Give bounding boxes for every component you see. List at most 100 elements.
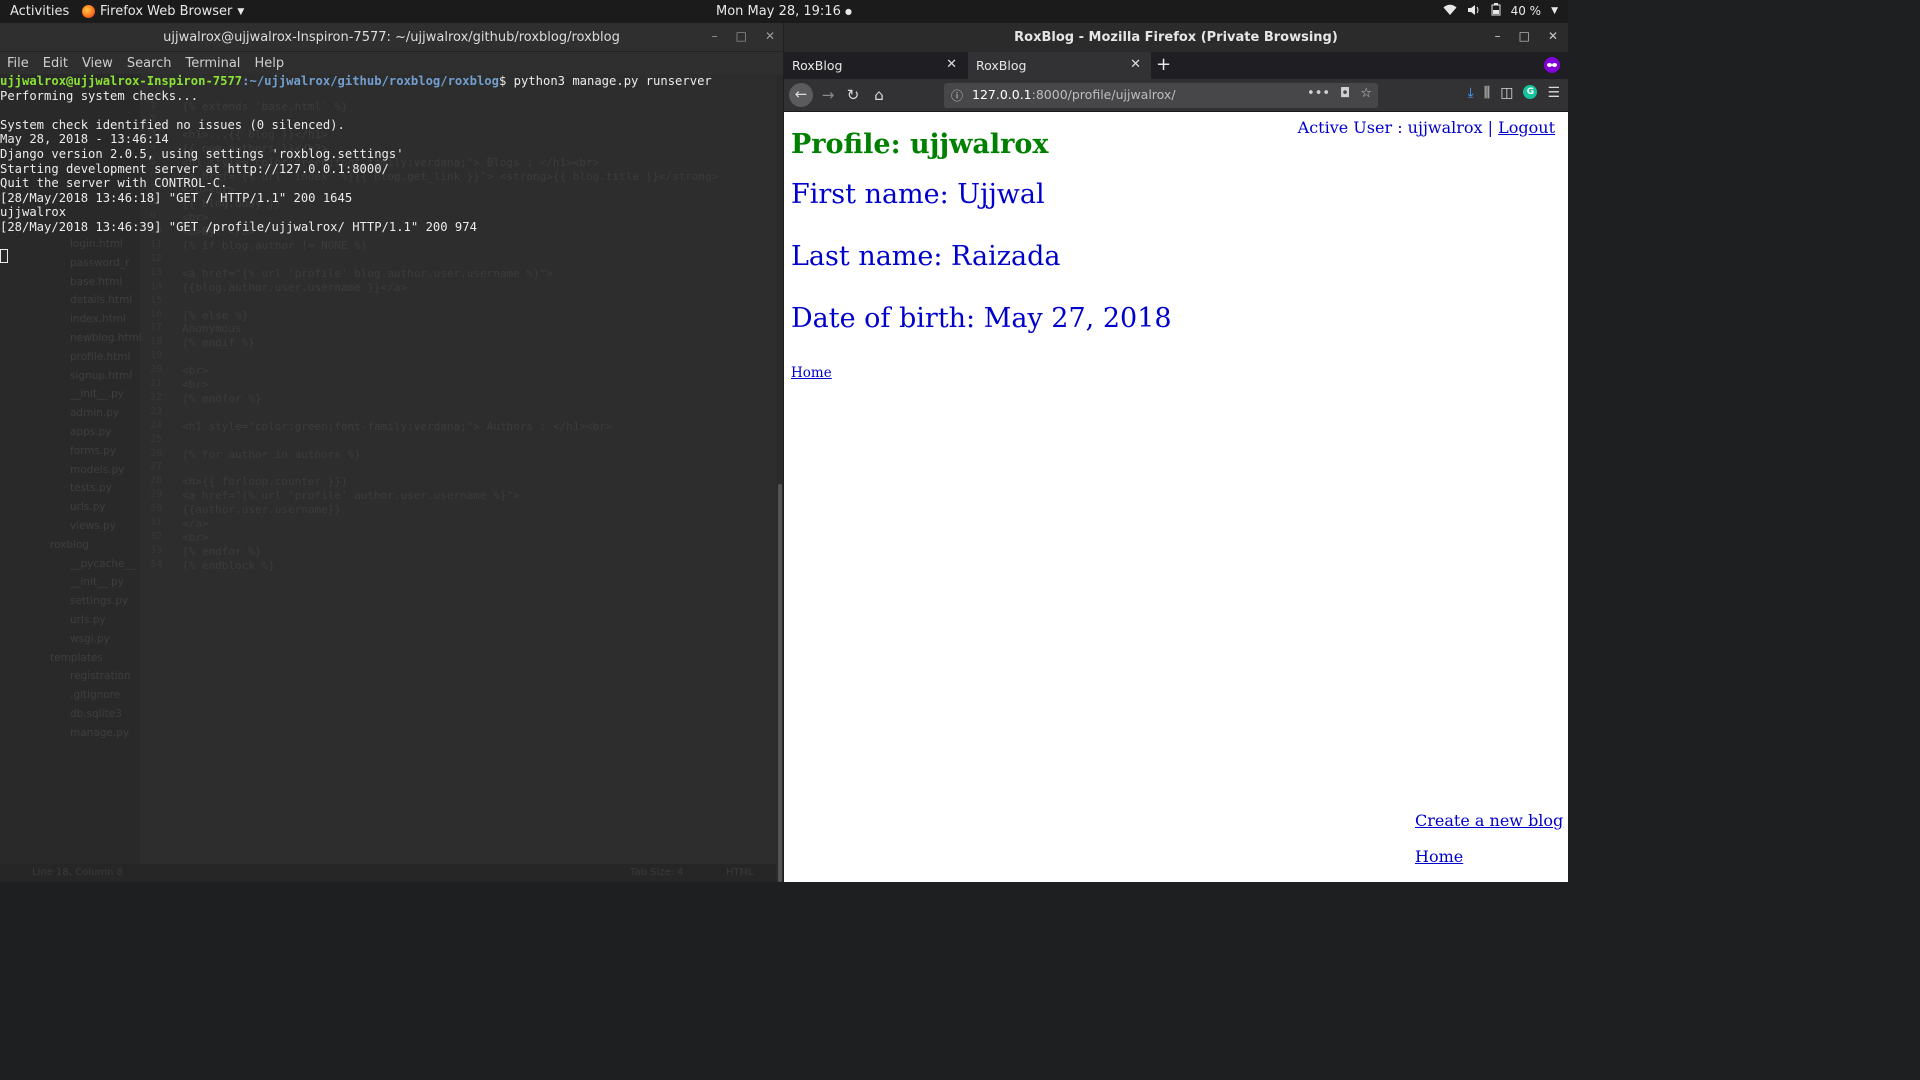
prompt-path: :~/ujjwalrox/github/roxblog/roxblog (242, 74, 499, 88)
ghost-status-left: Line 18, Column 8 (32, 867, 123, 878)
ghost-file-item: models.py (70, 463, 125, 476)
grammarly-icon[interactable]: G (1523, 85, 1538, 99)
firefox-titlebar[interactable]: RoxBlog - Mozilla Firefox (Private Brows… (784, 23, 1568, 52)
ghost-file-item: forms.py (70, 444, 117, 457)
site-info-icon[interactable]: ⓘ (951, 87, 963, 104)
ghost-status-right: HTML (726, 867, 754, 878)
battery-icon (1491, 3, 1501, 19)
minimize-icon[interactable]: – (712, 29, 718, 43)
ghost-line-number: 15 (150, 294, 163, 306)
ghost-line-number: 17 (150, 322, 163, 334)
menu-terminal[interactable]: Terminal (185, 56, 240, 71)
forward-icon[interactable]: → (817, 85, 839, 107)
terminal-titlebar[interactable]: ujjwalrox@ujjwalrox-Inspiron-7577: ~/ujj… (0, 23, 783, 52)
menu-view[interactable]: View (82, 56, 113, 71)
app-menu[interactable]: Firefox Web Browser ▼ (82, 4, 244, 19)
ghost-file-item: base.html (70, 275, 123, 288)
tab-bar: RoxBlog ✕ RoxBlog ✕ + (784, 52, 1568, 79)
ghost-code-line: {% for author in authors %} (182, 447, 361, 461)
ghost-file-item: wsgi.py (70, 632, 110, 645)
ghost-line-number: 25 (150, 433, 163, 445)
back-icon[interactable]: ← (789, 83, 813, 107)
terminal-scrollbar[interactable] (776, 74, 783, 882)
ghost-line-number: 19 (150, 350, 163, 362)
ghost-file-item: admin.py (70, 407, 120, 420)
ghost-status-mid: Tab Size: 4 (630, 867, 684, 878)
log-line: Performing system checks... (0, 88, 199, 103)
top-bar: Activities Firefox Web Browser ▼ Mon May… (0, 0, 1568, 23)
url-bar[interactable]: ⓘ 127.0.0.1:8000/profile/ujjwalrox/ ••• … (944, 83, 1378, 108)
reload-icon[interactable]: ↻ (842, 85, 864, 107)
hamburger-menu-icon[interactable]: ☰ (1547, 85, 1560, 101)
system-tray[interactable]: 40 % ▼ (1443, 3, 1558, 19)
tab-roxblog-1[interactable]: RoxBlog ✕ (784, 52, 967, 79)
home-icon[interactable]: ⌂ (868, 85, 890, 107)
close-icon[interactable]: ✕ (765, 29, 775, 43)
ghost-line-number: 16 (150, 308, 163, 320)
ghost-code-line: <a href="{% url 'profile' blog.author.us… (182, 266, 553, 280)
library-icon[interactable]: ⫼ (1484, 85, 1490, 101)
scrollbar-thumb[interactable] (778, 484, 782, 882)
menu-edit[interactable]: Edit (43, 56, 68, 71)
ghost-code-line: {% endfor %} (182, 391, 262, 405)
ghost-code-line: {% endif %} (182, 336, 255, 350)
wifi-icon (1443, 4, 1457, 19)
terminal-body[interactable]: login.html password_r base.html details.htm… (0, 74, 783, 882)
ghost-code-line: {% else %} (182, 308, 249, 322)
ghost-file-item: details.html (70, 294, 133, 307)
downloads-icon[interactable]: ⤓ (1468, 85, 1474, 101)
log-line: Starting development server at http://12… (0, 161, 389, 176)
terminal-output: ujjwalrox@ujjwalrox-Inspiron-7577:~/ujjw… (0, 74, 776, 264)
clock[interactable]: Mon May 28, 19:16 ● (716, 4, 852, 19)
ghost-code-line: {% endfor %} (182, 544, 262, 558)
tab-label: RoxBlog (976, 58, 1027, 73)
ghost-line-number: 23 (150, 405, 163, 417)
ghost-file-item: signup.html (70, 369, 133, 382)
app-menu-label: Firefox Web Browser (100, 4, 233, 19)
ghost-code-line: <h1 style="color:green;font-family:verda… (182, 419, 613, 433)
close-tab-icon[interactable]: ✕ (946, 57, 957, 72)
prompt-user: ujjwalrox@ujjwalrox-Inspiron-7577 (0, 74, 243, 88)
last-name: Last name: Raizada (791, 241, 1061, 272)
ghost-file-item: templates (50, 651, 103, 664)
close-tab-icon[interactable]: ✕ (1130, 57, 1141, 72)
ghost-line-number: 21 (150, 378, 163, 389)
ghost-line-number: 18 (150, 336, 163, 348)
new-tab-icon[interactable]: + (1156, 54, 1171, 75)
ghost-file-item: newblog.html (70, 332, 142, 344)
page-actions-icon[interactable]: ••• (1307, 86, 1330, 101)
close-icon[interactable]: ✕ (1548, 29, 1558, 43)
home-link[interactable]: Home (791, 365, 832, 381)
log-line: May 28, 2018 - 13:46:14 (0, 132, 169, 147)
menu-search[interactable]: Search (127, 56, 172, 71)
create-blog-link[interactable]: Create a new blog (1415, 811, 1563, 830)
logout-link[interactable]: Logout (1498, 118, 1555, 137)
page-title: Profile: ujjwalrox (791, 129, 1049, 160)
ghost-file-item: __pycache__ (70, 557, 135, 570)
ghost-code-line: {{author.user.username}} (182, 503, 341, 517)
tab-roxblog-2[interactable]: RoxBlog ✕ (968, 52, 1151, 79)
maximize-icon[interactable]: □ (736, 29, 747, 43)
ghost-file-item: roxblog (50, 538, 90, 551)
ghost-line-number: 13 (150, 266, 163, 278)
home-link-bottom[interactable]: Home (1415, 847, 1463, 866)
bookmark-star-icon[interactable]: ☆ (1360, 86, 1372, 101)
server-log: Performing system checks... System check… (0, 89, 477, 234)
maximize-icon[interactable]: □ (1519, 29, 1530, 43)
ghost-line-number: 27 (150, 461, 163, 473)
activities-button[interactable]: Activities (10, 4, 69, 19)
ghost-line-number: 30 (150, 503, 163, 515)
log-line: [28/May/2018 13:46:39] "GET /profile/ujj… (0, 219, 477, 234)
active-user-label: Active User : ujjwalrox | (1297, 118, 1499, 137)
tab-label: RoxBlog (792, 58, 843, 73)
sidebar-icon[interactable]: ◫ (1500, 85, 1513, 101)
menu-file[interactable]: File (7, 56, 29, 71)
prompt-command: $ python3 manage.py runserver (498, 74, 712, 88)
pocket-icon[interactable]: ◘ (1340, 86, 1350, 101)
ghost-code-line: Anonymous (182, 322, 242, 336)
minimize-icon[interactable]: – (1495, 29, 1501, 43)
menu-help[interactable]: Help (254, 56, 284, 71)
ghost-file-item: __init__.py (70, 388, 124, 401)
ghost-file-item: apps.py (70, 426, 112, 438)
ghost-line-number: 20 (150, 364, 163, 376)
